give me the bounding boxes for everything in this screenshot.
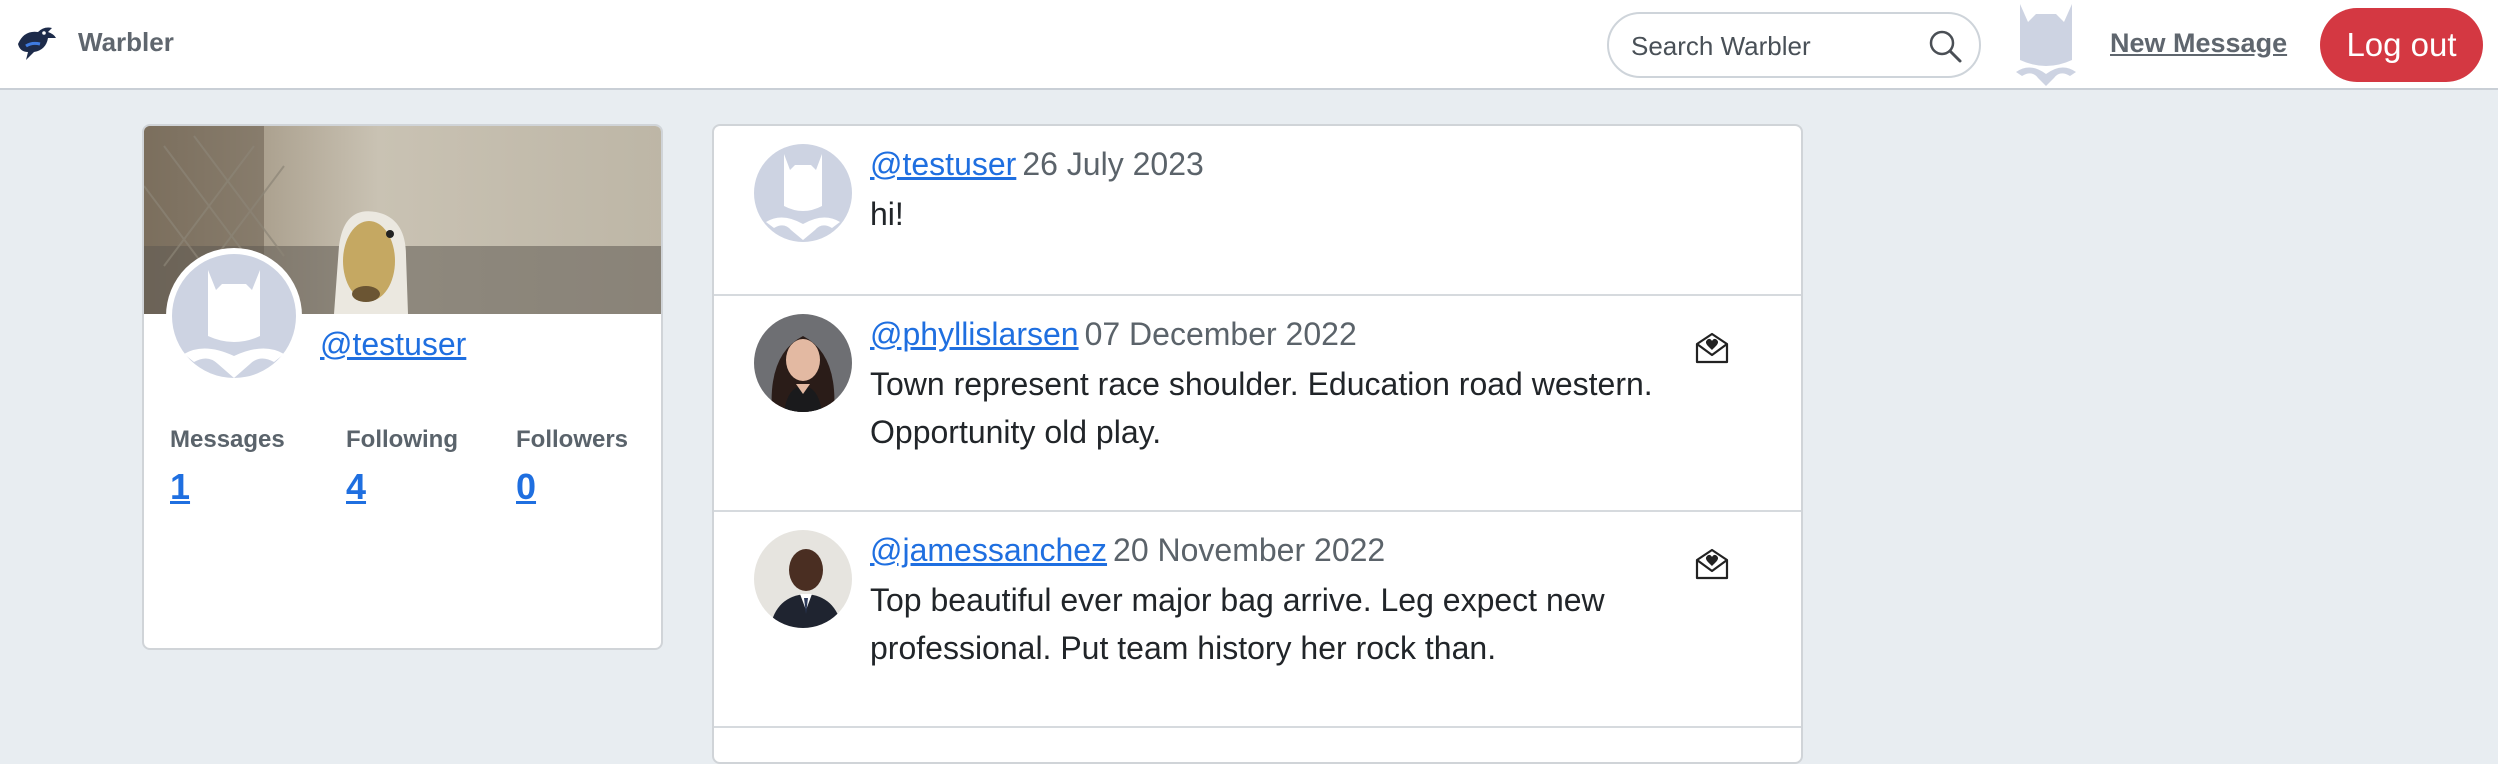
message-avatar[interactable] <box>754 314 852 412</box>
new-message-link[interactable]: New Message <box>2110 28 2287 59</box>
user-avatar-icon[interactable] <box>2010 0 2082 86</box>
message-date: 20 November 2022 <box>1113 532 1386 568</box>
search-input[interactable] <box>1629 24 1913 68</box>
message-text: Town represent race shoulder. Education … <box>870 366 1653 450</box>
message-meta: @testuser 26 July 2023 <box>870 146 1204 183</box>
brand-name: Warbler <box>78 26 174 57</box>
profile-avatar[interactable] <box>164 246 304 386</box>
message-item: @phyllislarsen 07 December 2022 Town repr… <box>714 296 1801 510</box>
message-list: @testuser 26 July 2023 hi! @phyllislarsen… <box>712 124 1803 764</box>
message-text: Top beautiful ever major bag arrive. Leg… <box>870 582 1605 666</box>
message-meta: @phyllislarsen 07 December 2022 <box>870 316 1357 353</box>
stat-messages: Messages 1 <box>170 426 285 508</box>
message-divider <box>714 726 1801 728</box>
stat-label: Messages <box>170 426 285 453</box>
brand-home-link[interactable]: Warbler <box>14 22 174 62</box>
message-username-link[interactable]: @jamessanchez <box>870 532 1107 568</box>
stat-followers: Followers 0 <box>516 426 628 508</box>
bird-logo-icon <box>18 27 56 60</box>
message-avatar[interactable] <box>754 144 852 242</box>
message-date: 07 December 2022 <box>1084 316 1357 352</box>
navbar: Warbler New Message Log out <box>0 0 2498 90</box>
stat-label: Followers <box>516 426 629 453</box>
message-username-link[interactable]: @phyllislarsen <box>870 316 1079 352</box>
message-text: hi! <box>870 196 904 232</box>
stat-label: Following <box>346 426 458 453</box>
stat-following: Following 4 <box>346 426 458 508</box>
message-date: 26 July 2023 <box>1022 146 1204 182</box>
stat-value-link[interactable]: 0 <box>516 466 536 508</box>
envelope-heart-icon[interactable] <box>1694 546 1730 582</box>
stat-value-link[interactable]: 1 <box>170 466 190 508</box>
message-item: @testuser 26 July 2023 hi! <box>714 126 1801 294</box>
logout-button[interactable]: Log out <box>2320 8 2483 82</box>
search-icon[interactable] <box>1927 28 1963 64</box>
message-avatar[interactable] <box>754 530 852 628</box>
search-box <box>1607 12 1981 78</box>
message-meta: @jamessanchez 20 November 2022 <box>870 532 1385 569</box>
stat-value-link[interactable]: 4 <box>346 466 366 508</box>
profile-card: @testuser Messages 1 Following 4 Followe… <box>142 124 663 650</box>
profile-username-link[interactable]: @testuser <box>320 326 466 363</box>
envelope-heart-icon[interactable] <box>1694 330 1730 366</box>
message-username-link[interactable]: @testuser <box>870 146 1016 182</box>
message-item: @jamessanchez 20 November 2022 Top beauti… <box>714 512 1801 726</box>
